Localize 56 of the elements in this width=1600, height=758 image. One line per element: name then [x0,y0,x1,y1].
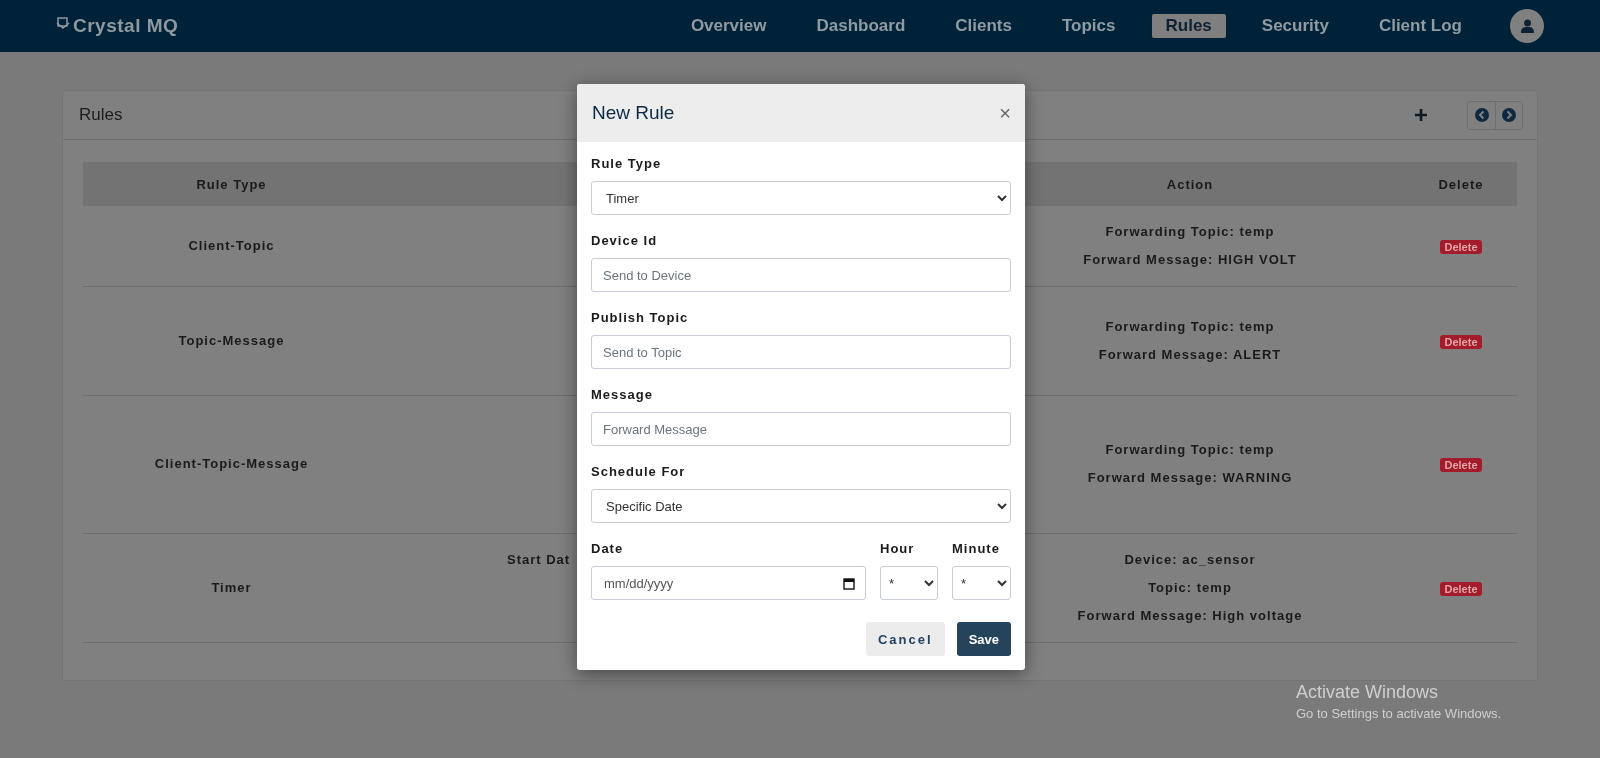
column-header: Rule Type [83,162,380,206]
date-input[interactable]: mm/dd/yyyy [591,566,866,600]
action-line: Forwarding Topic: temp [1104,317,1276,336]
minute-select[interactable]: * [952,566,1011,600]
column-header: Delete [1405,162,1517,206]
add-icon[interactable] [1415,109,1427,121]
action-line: Forward Message: ALERT [1097,345,1283,364]
nav-link[interactable]: Security [1247,14,1343,38]
card-title: Rules [79,105,123,125]
action-line: Forward Message: WARNING [1086,469,1294,487]
action-line: Forward Message: High voltage [1076,606,1304,625]
dropdown-select[interactable]: Specific Date [591,489,1011,523]
user-icon [1520,19,1534,33]
rule-type-cell-text: Client-Topic-Message [153,455,310,473]
logo-text: Crystal MQ [73,15,179,37]
text-input[interactable]: Forward Message [591,412,1011,446]
action-line: Forwarding Topic: temp [1104,441,1276,459]
rule-type-cell-text: Topic-Message [177,331,286,350]
activation-notice-text: Go to Settings to activate Windows. [1296,706,1502,721]
text-input[interactable]: Send to Device [591,258,1011,292]
delete-button[interactable]: Delete [1440,334,1482,349]
field-label: Message [591,387,654,402]
table-cell-text: Start Dat [507,550,571,569]
user-avatar[interactable] [1510,9,1544,43]
nav-link[interactable]: Dashboard [802,14,920,38]
activation-notice-title: Activate Windows [1296,682,1440,703]
rule-type-cell-text: Client-Topic [187,236,276,255]
field-label: Publish Topic [591,310,690,325]
nav-link[interactable]: Clients [941,14,1026,38]
action-line: Topic: temp [1147,578,1233,597]
text-input[interactable]: Send to Topic [591,335,1011,369]
rule-type-cell-text: Timer [210,578,253,597]
cancel-button[interactable]: Cancel [866,622,945,656]
field-label: Rule Type [591,156,663,171]
calendar-icon[interactable] [843,577,855,590]
delete-button[interactable]: Delete [1440,239,1482,254]
chevron-right-icon [1502,108,1516,122]
action-line: Forward Message: HIGH VOLT [1082,250,1298,269]
delete-button[interactable]: Delete [1440,458,1482,472]
dropdown-select[interactable]: Timer [591,181,1011,215]
save-button[interactable]: Save [956,622,1011,656]
field-label: Date [591,541,625,556]
field-label: Minute [952,541,1001,556]
nav-link[interactable]: Topics [1047,14,1130,38]
nav-link[interactable]: Rules [1151,14,1226,38]
field-label: Device Id [591,233,659,248]
nav-link[interactable]: Client Log [1364,14,1476,38]
nav-link[interactable]: Overview [676,14,781,38]
hour-select[interactable]: * [880,566,938,600]
field-label: Schedule For [591,464,687,479]
close-button[interactable]: × [999,101,1011,125]
dialog-title: New Rule [592,102,676,124]
delete-button[interactable]: Delete [1440,581,1482,596]
field-label: Hour [880,541,916,556]
action-line: Forwarding Topic: temp [1104,222,1276,241]
chevron-left-icon [1474,108,1489,122]
